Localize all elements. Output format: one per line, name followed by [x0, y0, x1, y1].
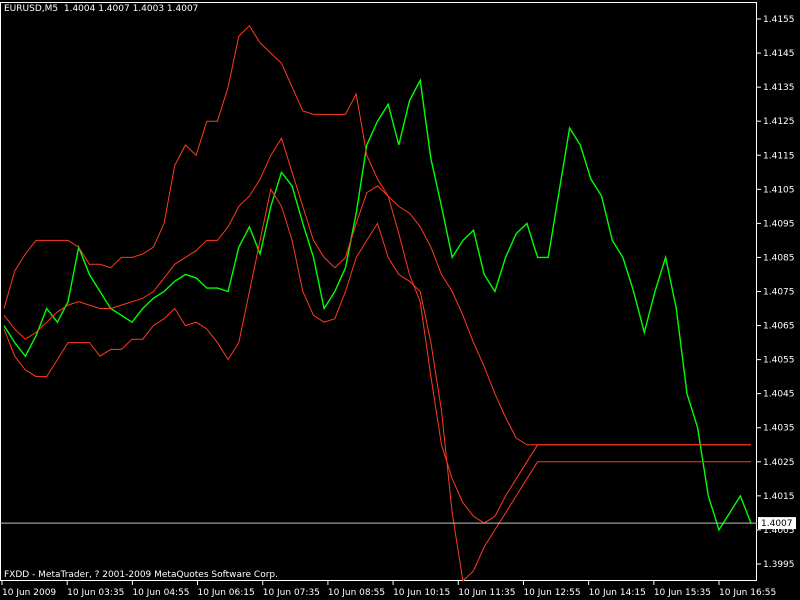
y-tick-label: 1.4085	[763, 253, 795, 263]
y-tick-label: 1.4035	[763, 424, 795, 434]
y-tick-label: 1.4065	[763, 322, 795, 332]
y-tick-label: 1.4155	[763, 15, 795, 25]
y-tick-label: 1.4125	[763, 117, 795, 127]
series-price	[3, 78, 752, 532]
y-tick-label: 1.4105	[763, 185, 795, 195]
x-tick-label: 10 Jun 06:15	[198, 588, 255, 598]
x-tick-label: 10 Jun 08:55	[328, 588, 385, 598]
x-tick-label: 10 Jun 14:15	[589, 588, 646, 598]
symbol-label: EURUSD,M5	[4, 4, 59, 14]
x-tick-label: 10 Jun 12:55	[523, 588, 580, 598]
copyright-text: FXDD - MetaTrader, ? 2001-2009 MetaQuote…	[4, 570, 278, 580]
x-tick-label: 10 Jun 2009	[2, 588, 56, 598]
y-tick-label: 1.4095	[763, 219, 795, 229]
y-tick-label: 1.4045	[763, 390, 795, 400]
y-tick-label: 1.3995	[763, 560, 795, 570]
x-tick-label: 10 Jun 03:35	[67, 588, 124, 598]
x-tick-label: 10 Jun 04:55	[132, 588, 189, 598]
x-tick-label: 10 Jun 07:35	[263, 588, 320, 598]
current-price-label: 1.4007	[761, 519, 793, 529]
ohlc-values: 1.4004 1.4007 1.4003 1.4007	[63, 4, 199, 14]
y-tick-label: 1.4055	[763, 356, 795, 366]
x-tick-label: 10 Jun 10:15	[393, 588, 450, 598]
chart-header: EURUSD,M5 1.4004 1.4007 1.4003 1.4007	[4, 4, 198, 14]
price-chart[interactable]: 1.4155 1.4145 1.4135 1.4125 1.4115 1.4105 1.40…	[0, 0, 800, 600]
y-tick-label: 1.4145	[763, 49, 795, 59]
plot-frame	[0, 2, 757, 581]
y-tick-label: 1.4075	[763, 288, 795, 298]
y-tick-label: 1.4115	[763, 151, 795, 161]
x-tick-label: 10 Jun 11:35	[458, 588, 515, 598]
series-bb-middle	[3, 137, 751, 446]
series-bb-upper	[3, 25, 751, 524]
x-tick-label: 10 Jun 15:35	[654, 588, 711, 598]
series-bb-lower	[3, 187, 751, 583]
x-tick-label: 10 Jun 16:55	[719, 588, 776, 598]
y-tick-label: 1.4135	[763, 83, 795, 93]
y-tick-label: 1.4025	[763, 458, 795, 468]
y-tick-label: 1.4015	[763, 492, 795, 502]
